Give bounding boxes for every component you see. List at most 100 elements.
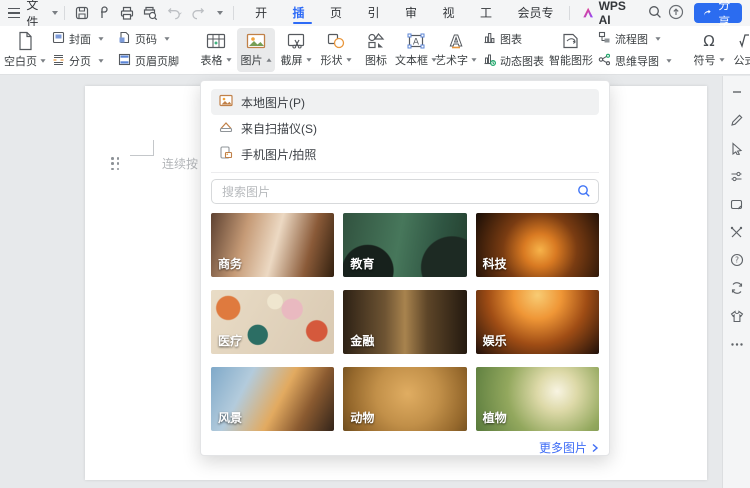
divider — [569, 6, 570, 20]
ribbon-blank-page-button[interactable]: 空白页 — [6, 28, 44, 72]
phone-picture-label: 手机图片/拍照 — [241, 146, 316, 163]
table-label: 表格 — [201, 52, 223, 68]
ribbon-page-number-button[interactable]: 页码 — [116, 30, 181, 48]
tile-label: 金融 — [350, 332, 374, 349]
menu-item-phone-picture[interactable]: 手机图片/拍照 — [211, 141, 599, 167]
edit-pen-icon[interactable] — [729, 112, 745, 128]
search-icon[interactable] — [577, 184, 591, 201]
ribbon-page-break-button[interactable]: 分页 — [50, 52, 106, 70]
mindmap-icon — [598, 53, 611, 69]
share-button[interactable]: 分享 — [694, 3, 742, 23]
symbol-icon: Ω — [699, 32, 719, 50]
skin-theme-icon[interactable] — [729, 308, 745, 324]
more-images-label: 更多图片 — [539, 439, 587, 456]
help-icon[interactable]: ? — [729, 252, 745, 268]
tile-label: 动物 — [350, 409, 374, 426]
print-icon[interactable] — [120, 6, 134, 20]
chart-label: 图表 — [500, 31, 522, 47]
picture-dropdown-panel: 本地图片(P) 来自扫描仪(S) 手机图片/拍照 商务 教育 科技 医疗 金融 … — [200, 80, 610, 456]
ribbon-textbox-button[interactable]: A 文本框 — [397, 28, 435, 72]
ribbon-wordart-button[interactable]: A 艺术字 — [437, 28, 475, 72]
shapes-label: 形状 — [321, 52, 343, 68]
ribbon-symbol-button[interactable]: Ω 符号 — [690, 28, 728, 72]
ribbon-icon-library-button[interactable]: 图标 — [357, 28, 395, 72]
chevron-down-icon — [719, 58, 724, 61]
title-bar: 文件 开始 插入 页面 引用 审阅 视图 工具 会员专享 WPS AI 分享 — [0, 0, 750, 26]
cover-label: 封面 — [69, 31, 91, 47]
tab-review[interactable]: 审阅 — [398, 0, 431, 26]
tab-page[interactable]: 页面 — [323, 0, 356, 26]
tab-reference[interactable]: 引用 — [361, 0, 394, 26]
menu-item-local-picture[interactable]: 本地图片(P) — [211, 89, 599, 115]
gallery-tile-animal[interactable]: 动物 — [343, 367, 466, 431]
save-icon[interactable] — [75, 6, 89, 20]
ribbon-picture-button[interactable]: 图片 — [237, 28, 275, 72]
gallery-tile-business[interactable]: 商务 — [211, 213, 334, 277]
translate-icon[interactable] — [729, 280, 745, 296]
chevron-down-icon — [164, 37, 169, 40]
ribbon-table-button[interactable]: 表格 — [197, 28, 235, 72]
chevron-down-icon — [98, 37, 103, 40]
ribbon-smart-graphic-button[interactable]: 智能图形 — [552, 28, 590, 72]
more-options-icon[interactable] — [729, 336, 745, 352]
tab-home[interactable]: 开始 — [248, 0, 281, 26]
mindmap-label: 思维导图 — [615, 53, 659, 69]
ribbon-formula-button[interactable]: x 公式 — [730, 28, 750, 72]
upload-cloud-icon[interactable] — [668, 4, 684, 23]
print-preview-icon[interactable] — [143, 6, 158, 20]
tab-tools[interactable]: 工具 — [473, 0, 506, 26]
textbox-label: 文本框 — [395, 52, 428, 68]
chevron-down-icon — [306, 58, 311, 61]
tile-label: 植物 — [483, 409, 507, 426]
tab-insert[interactable]: 插入 — [286, 0, 319, 26]
flowchart-label: 流程图 — [615, 31, 648, 47]
settings-sliders-icon[interactable] — [729, 168, 745, 184]
image-search-input[interactable] — [211, 179, 599, 204]
image-category-gallery: 商务 教育 科技 医疗 金融 娱乐 风景 动物 植物 — [211, 213, 599, 431]
ribbon-chart-button[interactable]: 图表 — [481, 30, 546, 48]
ribbon-screenshot-button[interactable]: 截屏 — [277, 28, 315, 72]
main-menu-icon[interactable] — [8, 8, 20, 19]
gallery-tile-plant[interactable]: 植物 — [476, 367, 599, 431]
page-number-label: 页码 — [135, 31, 157, 47]
gallery-tile-medical[interactable]: 医疗 — [211, 290, 334, 354]
ribbon-flowchart-button[interactable]: 流程图 — [596, 30, 674, 48]
header-footer-label: 页眉页脚 — [135, 53, 179, 69]
tile-label: 娱乐 — [483, 332, 507, 349]
drag-handle-icon[interactable] — [111, 157, 120, 171]
menu-item-from-scanner[interactable]: 来自扫描仪(S) — [211, 115, 599, 141]
ribbon-cover-button[interactable]: 封面 — [50, 30, 106, 48]
gallery-tile-finance[interactable]: 金融 — [343, 290, 466, 354]
quick-toolbar-chevron-icon[interactable] — [217, 11, 223, 15]
select-cursor-icon[interactable] — [729, 140, 745, 156]
ribbon-shapes-button[interactable]: 形状 — [317, 28, 355, 72]
gallery-tile-landscape[interactable]: 风景 — [211, 367, 334, 431]
formula-label: 公式 — [734, 52, 750, 68]
more-images-link[interactable]: 更多图片 — [211, 439, 599, 456]
redo-icon[interactable] — [192, 7, 205, 20]
ribbon-header-footer-button[interactable]: 页眉页脚 — [116, 52, 181, 70]
screenshot-icon — [286, 32, 306, 50]
gallery-tile-entertainment[interactable]: 娱乐 — [476, 290, 599, 354]
tab-view[interactable]: 视图 — [435, 0, 468, 26]
undo-icon[interactable] — [167, 7, 183, 20]
picture-icon — [246, 32, 266, 50]
divider — [211, 172, 599, 173]
gallery-tile-technology[interactable]: 科技 — [476, 213, 599, 277]
seal-stamp-icon[interactable] — [729, 196, 745, 212]
ribbon-dynamic-chart-button[interactable]: 动态图表 — [481, 52, 546, 70]
gallery-tile-education[interactable]: 教育 — [343, 213, 466, 277]
image-search-box — [211, 179, 599, 204]
page-break-icon — [52, 53, 65, 69]
export-pdf-icon[interactable] — [98, 6, 111, 20]
wps-ai-button[interactable]: WPS AI — [582, 0, 635, 27]
textbox-icon: A — [406, 32, 426, 50]
tab-member[interactable]: 会员专享 — [510, 0, 563, 26]
search-icon[interactable] — [648, 5, 662, 22]
tile-label: 商务 — [218, 255, 242, 272]
toolbox-icon[interactable] — [729, 224, 745, 240]
picture-label: 图片 — [241, 52, 263, 68]
ribbon-mindmap-button[interactable]: 思维导图 — [596, 52, 674, 70]
collapse-panel-icon[interactable] — [729, 84, 745, 100]
chevron-up-icon — [266, 58, 271, 61]
